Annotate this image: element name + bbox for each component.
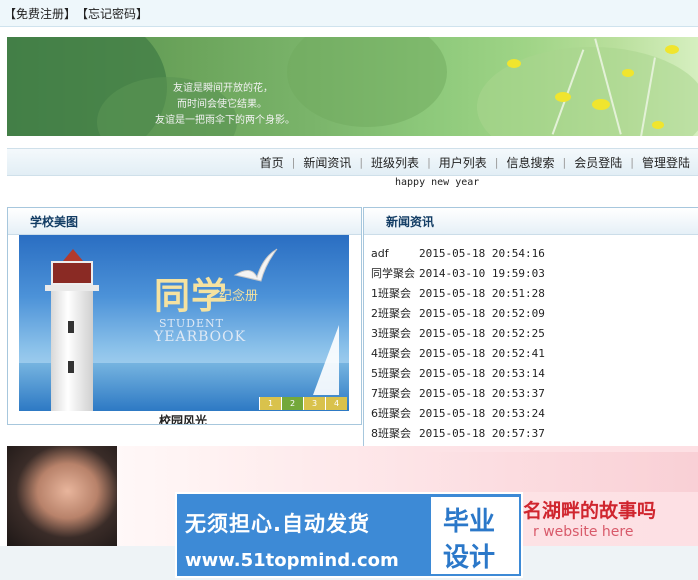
banner-poem: 友谊是瞬间开放的花， 而时间会使它结果。 友谊是一把雨伞下的两个身影。: [155, 81, 295, 129]
poem-line-2: 而时间会使它结果。: [177, 99, 267, 110]
pager-1[interactable]: 1: [259, 397, 281, 410]
news-date: 2015-05-18 20:53:14: [419, 366, 545, 380]
pager-4[interactable]: 4: [325, 397, 347, 410]
news-title[interactable]: 2班聚会: [371, 305, 419, 321]
slideshow-pager: 1 2 3 4: [259, 397, 347, 410]
news-title[interactable]: 8班聚会: [371, 425, 419, 441]
panel-title: 新闻资讯: [386, 214, 435, 229]
slideshow-image[interactable]: 同学 纪念册 STUDENT YEARBOOK 1 2 3 4: [19, 235, 349, 411]
news-title[interactable]: 7班聚会: [371, 385, 419, 401]
register-link[interactable]: 【免费注册】: [4, 5, 76, 22]
poem-line-1: 友谊是瞬间开放的花，: [173, 83, 273, 94]
news-date: 2015-05-18 20:53:37: [419, 386, 545, 400]
forgot-password-link[interactable]: 【忘记密码】: [76, 5, 148, 22]
news-date: 2015-05-18 20:52:09: [419, 306, 545, 320]
list-item[interactable]: adf 2015-05-18 20:54:16: [371, 243, 545, 263]
list-item[interactable]: 5班聚会 2015-05-18 20:53:14: [371, 363, 545, 383]
nav-user-list[interactable]: 用户列表: [431, 154, 495, 171]
panel-title: 学校美图: [30, 214, 79, 229]
pager-3[interactable]: 3: [303, 397, 325, 410]
news-title[interactable]: 5班聚会: [371, 365, 419, 381]
news-date: 2015-05-18 20:52:25: [419, 326, 545, 340]
news-date: 2015-05-18 20:54:16: [419, 246, 545, 260]
list-item[interactable]: 4班聚会 2015-05-18 20:52:41: [371, 343, 545, 363]
yearbook-title: 同学: [154, 275, 229, 317]
photo-caption: 校园风光: [159, 414, 208, 424]
list-item[interactable]: 7班聚会 2015-05-18 20:53:37: [371, 383, 545, 403]
main-nav: 首页 | 新闻资讯 | 班级列表 | 用户列表 | 信息搜索 | 会员登陆 | …: [7, 148, 698, 176]
poem-line-3: 友谊是一把雨伞下的两个身影。: [155, 115, 295, 126]
news-title[interactable]: 4班聚会: [371, 345, 419, 361]
nav-member-login[interactable]: 会员登陆: [566, 154, 630, 171]
nav-news[interactable]: 新闻资讯: [295, 154, 359, 171]
list-item[interactable]: 8班聚会 2015-05-18 20:57:37: [371, 423, 545, 443]
header-banner: 友谊是瞬间开放的花， 而时间会使它结果。 友谊是一把雨伞下的两个身影。: [7, 37, 698, 136]
news-list: adf 2015-05-18 20:54:16 同学聚会 2014-03-10 19…: [371, 243, 545, 443]
portrait-image: [7, 446, 117, 546]
lighthouse-illustration: [37, 249, 107, 411]
sailboat-icon: [313, 325, 339, 395]
nav-admin-login[interactable]: 管理登陆: [634, 154, 698, 171]
watermark-badge-bottom: 设计: [443, 543, 496, 573]
yearbook-en-2: YEARBOOK: [154, 329, 247, 345]
news-title[interactable]: 同学聚会: [371, 265, 419, 281]
panel-header: 新闻资讯: [364, 208, 698, 235]
news-title[interactable]: 3班聚会: [371, 325, 419, 341]
list-item[interactable]: 1班聚会 2015-05-18 20:51:28: [371, 283, 545, 303]
seagull-icon: [233, 248, 278, 282]
news-title[interactable]: 1班聚会: [371, 285, 419, 301]
watermark-line-1: 无须担心.自动发货: [185, 512, 370, 536]
school-photos-panel: 学校美图 同学 纪念册 STUDENT YEARBOOK 1 2 3 4 校园风…: [7, 207, 362, 425]
ad-slogan: 名湖畔的故事吗: [523, 500, 657, 522]
news-date: 2015-05-18 20:53:24: [419, 406, 545, 420]
watermark-badge: 毕业 设计: [431, 497, 519, 574]
list-item[interactable]: 6班聚会 2015-05-18 20:53:24: [371, 403, 545, 423]
watermark-badge-top: 毕业: [443, 507, 496, 537]
news-panel: 新闻资讯 adf 2015-05-18 20:54:16 同学聚会 2014-03-…: [363, 207, 698, 447]
panel-header: 学校美图: [8, 208, 361, 235]
watermark-overlay: 无须担心.自动发货 www.51topmind.com 毕业 设计: [175, 492, 523, 578]
news-date: 2015-05-18 20:57:37: [419, 426, 545, 440]
nav-home[interactable]: 首页: [252, 154, 292, 171]
news-title[interactable]: 6班聚会: [371, 405, 419, 421]
ad-site-text: r website here: [533, 524, 634, 540]
top-bar: 【免费注册】 【忘记密码】: [0, 0, 698, 27]
pager-2[interactable]: 2: [281, 397, 303, 410]
nav-search[interactable]: 信息搜索: [499, 154, 563, 171]
news-title[interactable]: adf: [371, 247, 419, 260]
news-date: 2014-03-10 19:59:03: [419, 266, 545, 280]
marquee-text: happy new year: [395, 177, 480, 188]
list-item[interactable]: 同学聚会 2014-03-10 19:59:03: [371, 263, 545, 283]
news-date: 2015-05-18 20:52:41: [419, 346, 545, 360]
nav-class-list[interactable]: 班级列表: [363, 154, 427, 171]
watermark-line-2: www.51topmind.com: [185, 550, 399, 571]
list-item[interactable]: 3班聚会 2015-05-18 20:52:25: [371, 323, 545, 343]
list-item[interactable]: 2班聚会 2015-05-18 20:52:09: [371, 303, 545, 323]
news-date: 2015-05-18 20:51:28: [419, 286, 545, 300]
